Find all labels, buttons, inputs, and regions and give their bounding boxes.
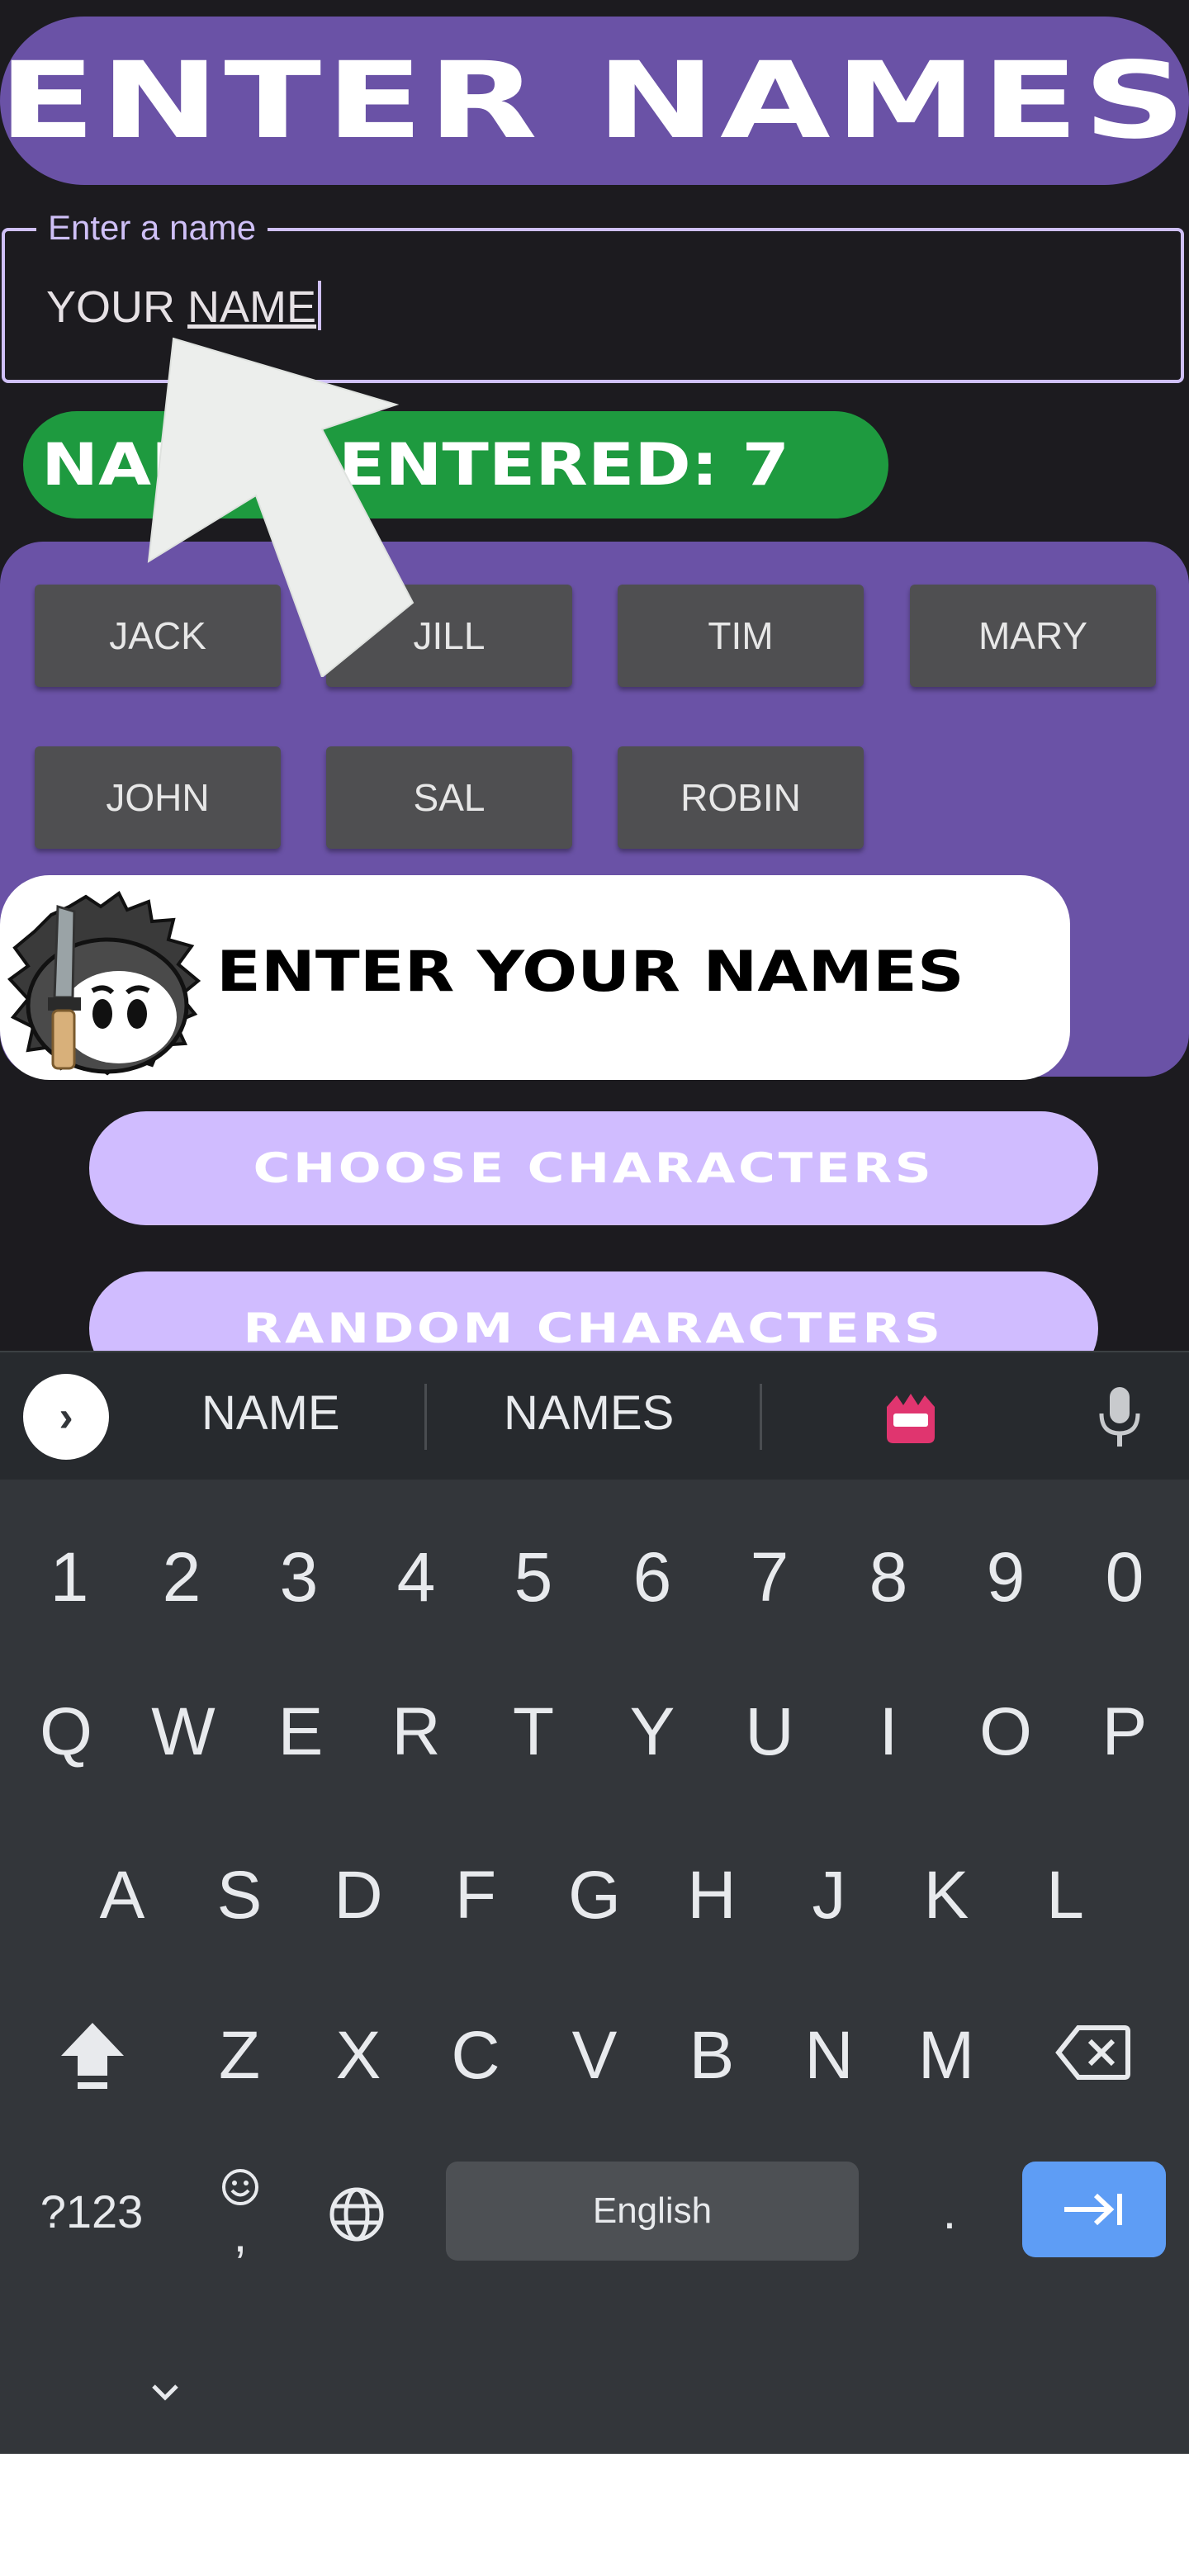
name-chip-robin[interactable]: ROBIN [618,746,864,849]
suggestion-strip: › NAME NAMES [0,1351,1189,1480]
key-n[interactable]: N [796,2006,862,2105]
key-5[interactable]: 5 [500,1527,566,1627]
key-r[interactable]: R [383,1683,449,1782]
name-chip-sal[interactable]: SAL [326,746,572,849]
enter-icon [1064,2193,1122,2226]
suggestion-2[interactable]: NAMES [504,1385,674,1441]
enter-key[interactable] [1022,2162,1166,2257]
name-chip-tim[interactable]: TIM [618,585,864,687]
key-2[interactable]: 2 [149,1527,215,1627]
choose-characters-label: CHOOSE CHARACTERS [253,1144,935,1192]
key-o[interactable]: O [973,1683,1039,1782]
key-i[interactable]: I [855,1683,921,1782]
key-6[interactable]: 6 [619,1527,685,1627]
random-characters-button[interactable]: RANDOM CHARACTERS [89,1271,1098,1354]
key-q[interactable]: Q [33,1683,99,1782]
arrow-pointer-icon [147,337,414,677]
key-e[interactable]: E [268,1683,334,1782]
key-l[interactable]: L [1032,1846,1098,1945]
name-chip-mary[interactable]: MARY [910,585,1156,687]
enter-names-banner: ENTER YOUR NAMES [0,875,1070,1080]
key-v[interactable]: V [561,2006,628,2105]
space-bar[interactable]: English [446,2162,859,2261]
random-characters-label: RANDOM CHARACTERS [243,1305,945,1352]
puffle-character-icon [7,890,201,1076]
key-y[interactable]: Y [619,1683,685,1782]
comma-key[interactable]: , [220,2201,261,2267]
name-chip-john[interactable]: JOHN [35,746,281,849]
symbols-key[interactable]: ?123 [30,2162,154,2261]
shift-icon[interactable] [58,2018,127,2092]
key-1[interactable]: 1 [36,1527,102,1627]
suggestion-divider [424,1384,427,1450]
key-z[interactable]: Z [206,2006,272,2105]
banner-text: ENTER YOUR NAMES [216,940,964,1005]
page-title: ENTER NAMES [0,39,1189,163]
text-caret [318,281,322,330]
key-u[interactable]: U [737,1683,803,1782]
suggestion-divider [760,1384,762,1450]
name-input-value[interactable]: YOUR NAME [46,281,322,333]
key-g[interactable]: G [561,1846,628,1945]
key-p[interactable]: P [1092,1683,1158,1782]
key-0[interactable]: 0 [1092,1527,1158,1627]
key-x[interactable]: X [325,2006,391,2105]
name-input-label: Enter a name [36,208,268,248]
globe-icon[interactable] [327,2185,386,2244]
key-s[interactable]: S [206,1846,272,1945]
name-input-value-underlined: NAME [187,282,317,332]
key-d[interactable]: D [325,1846,391,1945]
key-w[interactable]: W [150,1683,216,1782]
key-j[interactable]: J [796,1846,862,1945]
key-c[interactable]: C [443,2006,509,2105]
key-t[interactable]: T [500,1683,566,1782]
emoji-suggestion-icon[interactable] [882,1389,940,1447]
choose-characters-button[interactable]: CHOOSE CHARACTERS [89,1111,1098,1225]
key-a[interactable]: A [89,1846,155,1945]
key-7[interactable]: 7 [737,1527,803,1627]
chevron-right-icon[interactable]: › [23,1374,109,1460]
soft-keyboard: › NAME NAMES 1 2 3 4 5 6 7 8 9 0 Q W E R… [0,1351,1189,2454]
title-banner: ENTER NAMES [0,17,1189,185]
key-k[interactable]: K [913,1846,979,1945]
key-3[interactable]: 3 [266,1527,332,1627]
key-m[interactable]: M [913,2006,979,2105]
suggestion-1[interactable]: NAME [201,1385,340,1441]
microphone-icon[interactable] [1095,1384,1144,1450]
key-b[interactable]: B [679,2006,745,2105]
name-input-value-prefix: YOUR [46,282,188,332]
key-4[interactable]: 4 [383,1527,449,1627]
key-h[interactable]: H [679,1846,745,1945]
hide-keyboard-icon[interactable] [145,2373,185,2413]
key-8[interactable]: 8 [855,1527,921,1627]
key-f[interactable]: F [443,1846,509,1945]
key-9[interactable]: 9 [973,1527,1039,1627]
period-key[interactable]: . [925,2162,974,2261]
app-screen: ENTER NAMES Enter a name YOUR NAME NAME S… [0,0,1189,1354]
backspace-icon[interactable] [1055,2023,1131,2082]
